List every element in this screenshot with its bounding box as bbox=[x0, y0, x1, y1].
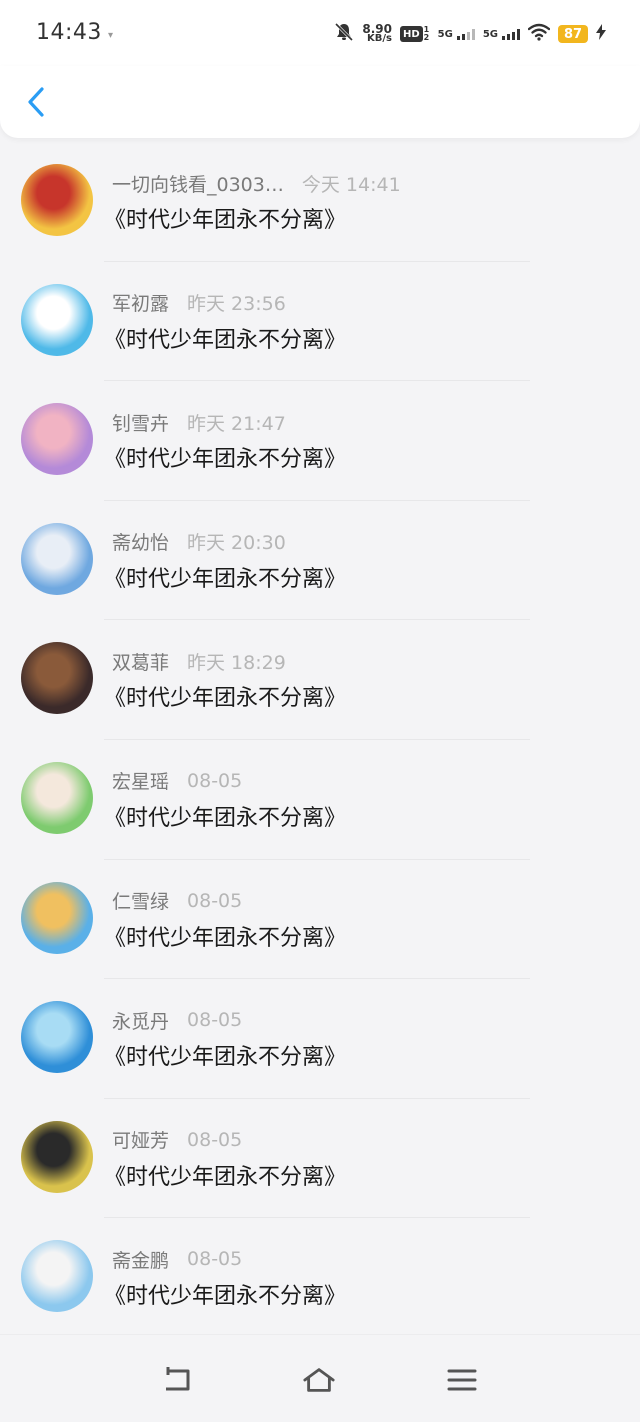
sender-name: 斋幼怡 bbox=[112, 532, 170, 555]
message-meta: 一切向钱看_0303… 今天 14:41 bbox=[112, 170, 401, 196]
sender-name: 双葛菲 bbox=[112, 651, 170, 674]
message-time: 08-05 bbox=[187, 1009, 243, 1032]
sender-name: 一切向钱看_0303… bbox=[112, 173, 284, 196]
home-icon bbox=[303, 1368, 335, 1392]
chevron-left-icon bbox=[28, 87, 44, 117]
message-row[interactable]: 军初露 昨天 23:56 《时代少年团永不分离》 bbox=[0, 262, 640, 382]
hd-badge: HD bbox=[399, 26, 423, 42]
message-text: 《时代少年团永不分离》 bbox=[104, 208, 347, 233]
hd-indicator: HD 1 2 bbox=[399, 26, 430, 42]
sim1-signal-icon: 5G bbox=[438, 28, 475, 40]
message-time: 08-05 bbox=[187, 1248, 243, 1271]
message-meta: 双葛菲 昨天 18:29 bbox=[112, 648, 286, 674]
message-meta: 军初露 昨天 23:56 bbox=[112, 290, 286, 316]
message-time: 昨天 18:29 bbox=[187, 651, 286, 674]
message-time: 昨天 23:56 bbox=[187, 293, 286, 316]
message-row[interactable]: 钊雪卉 昨天 21:47 《时代少年团永不分离》 bbox=[0, 381, 640, 501]
avatar[interactable] bbox=[21, 761, 93, 834]
home-button[interactable] bbox=[302, 1365, 336, 1395]
status-icons: 8.90 KB/s HD 1 2 5G 5G 87 bbox=[334, 20, 606, 48]
message-row[interactable]: 斋幼怡 昨天 20:30 《时代少年团永不分离》 bbox=[0, 501, 640, 621]
message-text: 《时代少年团永不分离》 bbox=[104, 1284, 347, 1310]
message-time: 08-05 bbox=[187, 769, 243, 792]
message-text: 《时代少年团永不分离》 bbox=[104, 327, 347, 353]
avatar[interactable] bbox=[21, 403, 93, 476]
sim2-signal-icon: 5G bbox=[483, 28, 520, 40]
avatar[interactable] bbox=[21, 1120, 93, 1193]
message-row[interactable]: 一切向钱看_0303… 今天 14:41 《时代少年团永不分离》 bbox=[0, 142, 640, 262]
notification-dot-icon: ▾ bbox=[108, 30, 114, 41]
status-time: 14:43 bbox=[36, 20, 102, 45]
message-text: 《时代少年团永不分离》 bbox=[104, 1045, 347, 1071]
sender-name: 可娅芳 bbox=[112, 1130, 170, 1153]
system-navbar bbox=[0, 1334, 640, 1422]
message-meta: 仁雪绿 08-05 bbox=[112, 888, 242, 914]
message-meta: 斋幼怡 昨天 20:30 bbox=[112, 529, 286, 555]
avatar[interactable] bbox=[21, 522, 93, 595]
message-text: 《时代少年团永不分离》 bbox=[104, 566, 347, 592]
sender-name: 军初露 bbox=[112, 293, 170, 316]
back-gesture-icon bbox=[166, 1367, 190, 1391]
mute-bell-icon bbox=[334, 22, 354, 46]
message-meta: 可娅芳 08-05 bbox=[112, 1127, 242, 1153]
sender-name: 仁雪绿 bbox=[112, 891, 170, 914]
message-row[interactable]: 斋金鹏 08-05 《时代少年团永不分离》 bbox=[0, 1218, 640, 1334]
message-list: 一切向钱看_0303… 今天 14:41 《时代少年团永不分离》 军初露 昨天 23:5… bbox=[0, 142, 640, 1334]
avatar[interactable] bbox=[21, 1240, 93, 1313]
message-row[interactable]: 仁雪绿 08-05 《时代少年团永不分离》 bbox=[0, 860, 640, 980]
sender-name: 永觅丹 bbox=[112, 1010, 170, 1033]
message-meta: 宏星瑶 08-05 bbox=[112, 768, 242, 794]
menu-icon bbox=[447, 1369, 477, 1391]
message-time: 今天 14:41 bbox=[301, 173, 401, 196]
message-text: 《时代少年团永不分离》 bbox=[104, 686, 347, 712]
menu-button[interactable] bbox=[445, 1365, 479, 1395]
avatar[interactable] bbox=[21, 1001, 93, 1074]
sender-name: 钊雪卉 bbox=[112, 412, 170, 435]
avatar[interactable] bbox=[21, 164, 93, 236]
message-meta: 斋金鹏 08-05 bbox=[112, 1246, 242, 1272]
message-row[interactable]: 双葛菲 昨天 18:29 《时代少年团永不分离》 bbox=[0, 620, 640, 740]
avatar[interactable] bbox=[21, 881, 93, 954]
message-text: 《时代少年团永不分离》 bbox=[104, 925, 347, 951]
wifi-icon bbox=[527, 23, 551, 45]
page-header bbox=[0, 66, 640, 138]
message-meta: 永觅丹 08-05 bbox=[112, 1007, 242, 1033]
message-time: 08-05 bbox=[187, 889, 243, 912]
message-time: 昨天 21:47 bbox=[187, 412, 286, 435]
message-row[interactable]: 可娅芳 08-05 《时代少年团永不分离》 bbox=[0, 1099, 640, 1219]
sender-name: 宏星瑶 bbox=[112, 771, 170, 794]
status-bar: 14:43 ▾ 8.90 KB/s HD 1 2 5G 5G 87 bbox=[0, 0, 640, 66]
net-speed: 8.90 KB/s bbox=[362, 22, 392, 44]
message-row[interactable]: 永觅丹 08-05 《时代少年团永不分离》 bbox=[0, 979, 640, 1099]
message-meta: 钊雪卉 昨天 21:47 bbox=[112, 409, 286, 435]
message-time: 08-05 bbox=[187, 1128, 243, 1151]
battery-indicator: 87 bbox=[558, 25, 588, 43]
message-row[interactable]: 宏星瑶 08-05 《时代少年团永不分离》 bbox=[0, 740, 640, 860]
sender-name: 斋金鹏 bbox=[112, 1249, 170, 1272]
back-button[interactable] bbox=[20, 84, 52, 120]
message-text: 《时代少年团永不分离》 bbox=[104, 805, 347, 831]
back-gesture-button[interactable] bbox=[161, 1365, 195, 1395]
charging-icon bbox=[596, 24, 606, 44]
message-text: 《时代少年团永不分离》 bbox=[104, 447, 347, 473]
message-text: 《时代少年团永不分离》 bbox=[104, 1164, 347, 1190]
avatar[interactable] bbox=[21, 283, 93, 356]
message-time: 昨天 20:30 bbox=[187, 532, 286, 555]
avatar[interactable] bbox=[21, 642, 93, 715]
